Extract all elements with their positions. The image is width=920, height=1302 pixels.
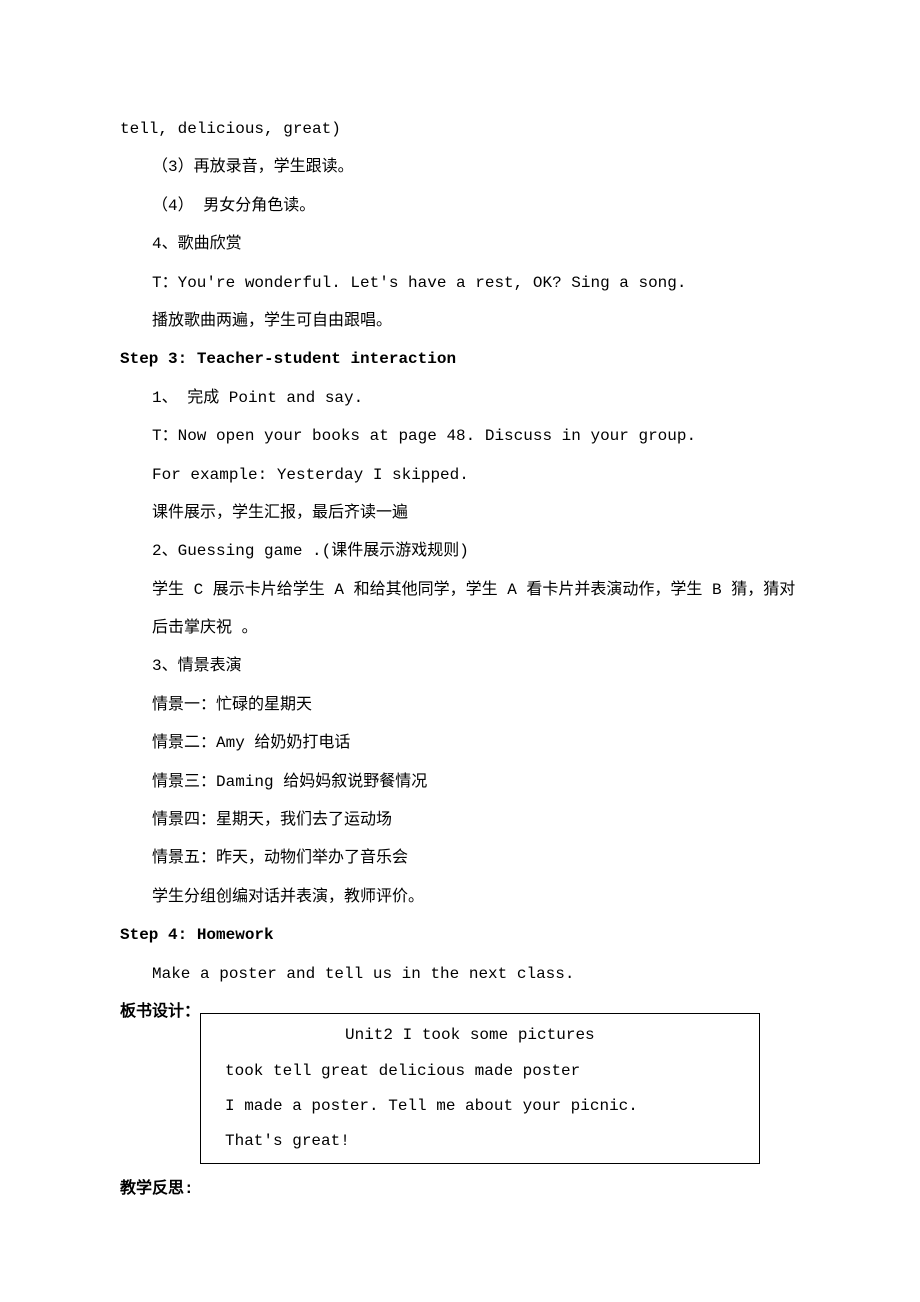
text-line: （4） 男女分角色读。 bbox=[120, 187, 800, 225]
text-line: Make a poster and tell us in the next cl… bbox=[120, 955, 800, 993]
text-line: For example: Yesterday I skipped. bbox=[120, 456, 800, 494]
text-line: 4、歌曲欣赏 bbox=[120, 225, 800, 263]
teaching-reflection-label: 教学反思: bbox=[120, 1170, 800, 1208]
board-row: took tell great delicious made poster bbox=[225, 1054, 735, 1089]
text-line: 情景五：昨天，动物们举办了音乐会 bbox=[120, 839, 800, 877]
text-line: （3）再放录音，学生跟读。 bbox=[120, 148, 800, 186]
board-design-box: Unit2 I took some pictures took tell gre… bbox=[200, 1013, 760, 1164]
text-line: 课件展示，学生汇报，最后齐读一遍 bbox=[120, 494, 800, 532]
text-line: T：Now open your books at page 48. Discus… bbox=[120, 417, 800, 455]
section-heading-step4: Step 4: Homework bbox=[120, 916, 800, 954]
section-heading-step3: Step 3: Teacher-student interaction bbox=[120, 340, 800, 378]
board-design-row: 板书设计： bbox=[120, 993, 800, 1031]
board-design-label: 板书设计： bbox=[120, 1003, 200, 1021]
text-line: tell, delicious, great) bbox=[120, 110, 800, 148]
text-line: 情景三：Daming 给妈妈叙说野餐情况 bbox=[120, 763, 800, 801]
text-line: 1、 完成 Point and say. bbox=[120, 379, 800, 417]
board-row: That's great! bbox=[225, 1124, 735, 1159]
text-line: 情景二：Amy 给奶奶打电话 bbox=[120, 724, 800, 762]
text-line: 学生 C 展示卡片给学生 A 和给其他同学，学生 A 看卡片并表演动作，学生 B… bbox=[120, 571, 800, 648]
text-line: 学生分组创编对话并表演，教师评价。 bbox=[120, 878, 800, 916]
text-line: T：You're wonderful. Let's have a rest, O… bbox=[120, 264, 800, 302]
text-line: 情景四：星期天，我们去了运动场 bbox=[120, 801, 800, 839]
text-line: 2、Guessing game .(课件展示游戏规则) bbox=[120, 532, 800, 570]
text-line: 情景一：忙碌的星期天 bbox=[120, 686, 800, 724]
text-line: 播放歌曲两遍，学生可自由跟唱。 bbox=[120, 302, 800, 340]
text-line: 3、情景表演 bbox=[120, 647, 800, 685]
document-page: tell, delicious, great) （3）再放录音，学生跟读。 （4… bbox=[0, 0, 920, 1302]
board-row: I made a poster. Tell me about your picn… bbox=[225, 1089, 735, 1124]
